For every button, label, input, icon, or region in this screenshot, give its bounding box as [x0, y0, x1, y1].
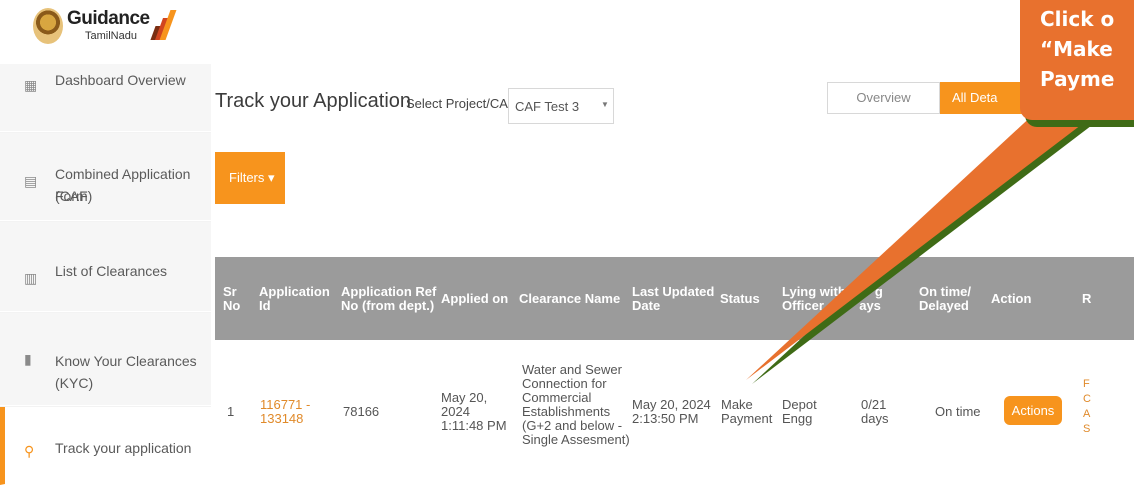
callout-text: Click o “Make Payme — [1040, 7, 1115, 91]
callout-pointer — [746, 112, 1104, 384]
